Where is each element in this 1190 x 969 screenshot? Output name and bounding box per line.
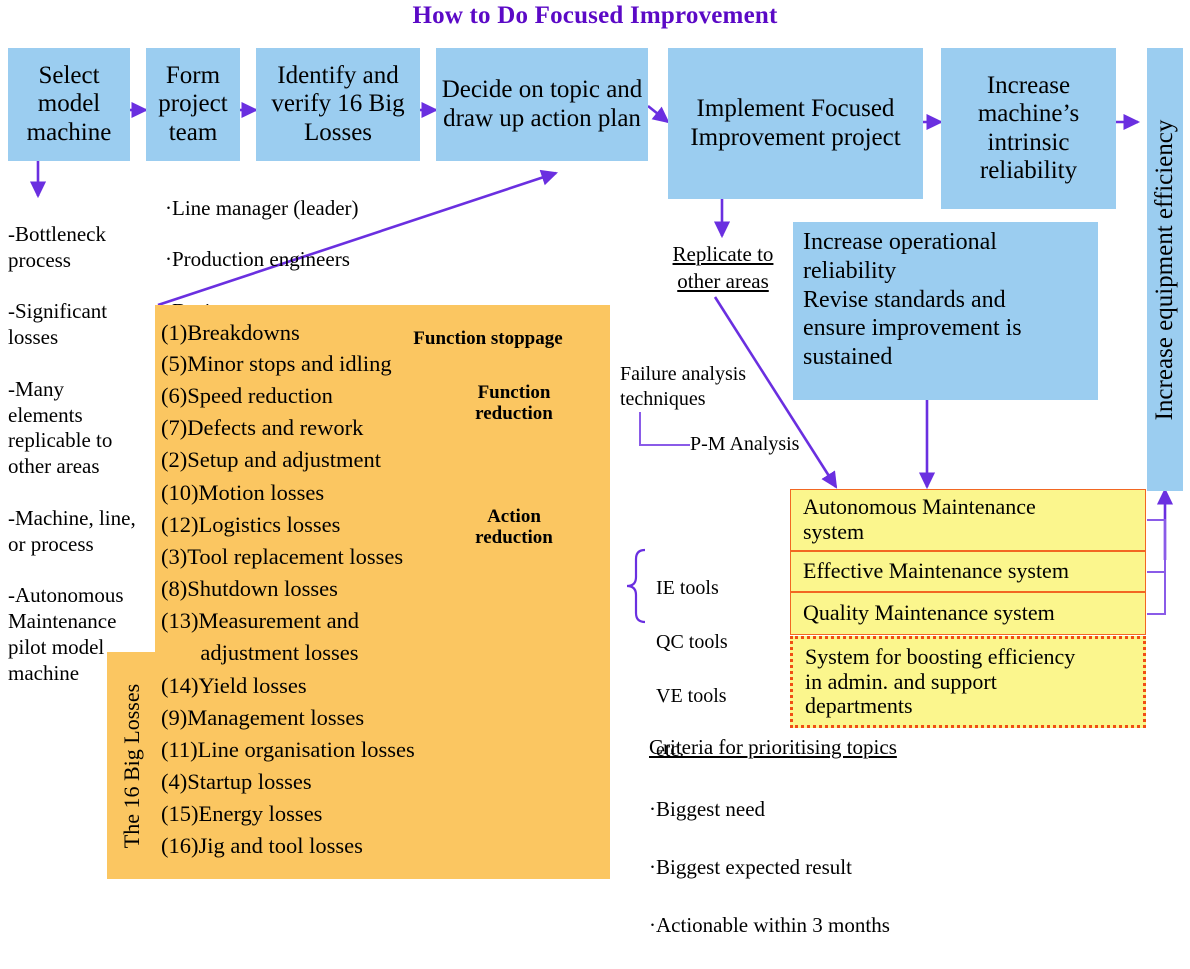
loss-item: (14)Yield losses bbox=[161, 673, 307, 698]
process-step-label: Decide on topic and draw up action plan bbox=[441, 76, 643, 132]
process-step-label: Form project team bbox=[158, 62, 228, 146]
loss-item: (4)Startup losses bbox=[161, 769, 312, 794]
tools-brace bbox=[626, 548, 646, 624]
loss-item: (9)Management losses bbox=[161, 705, 365, 730]
loss-item: (2)Setup and adjustment bbox=[161, 447, 381, 472]
select-criteria-list: -Bottleneck process -Significant losses … bbox=[8, 196, 158, 713]
loss-item: (11)Line organisation losses bbox=[161, 737, 415, 762]
arrow-step4-step5 bbox=[647, 104, 670, 124]
list-item: ·Line manager (leader) bbox=[165, 195, 359, 220]
list-item: ·Production engineers bbox=[165, 247, 350, 272]
criteria-heading: Criteria for prioritising topics bbox=[649, 735, 897, 759]
loss-item: (13)Measurement and bbox=[161, 608, 360, 633]
replicate-note: Replicate to other areas bbox=[672, 242, 774, 294]
list-item: VE tools bbox=[656, 685, 727, 707]
process-step-implement-focused-improvement[interactable]: Implement Focused Improvement project bbox=[668, 48, 923, 199]
loss-group-action-reduction: Action reduction bbox=[475, 506, 553, 549]
losses-panel-tab-label: The 16 Big Losses bbox=[119, 683, 144, 848]
loss-item: adjustment losses bbox=[161, 640, 359, 665]
list-item: QC tools bbox=[656, 631, 728, 653]
process-step-select-model-machine[interactable]: Select model machine bbox=[8, 48, 130, 161]
list-item: -Significant losses bbox=[8, 299, 108, 350]
process-step-identify-verify-losses[interactable]: Identify and verify 16 Big Losses bbox=[256, 48, 420, 161]
list-item: ·Biggest expected result bbox=[649, 854, 852, 879]
system-box-autonomous-maintenance[interactable]: Autonomous Maintenance system bbox=[790, 489, 1146, 551]
loss-group-function-stoppage: Function stoppage bbox=[413, 328, 563, 349]
list-item: ·Biggest need bbox=[649, 796, 766, 821]
criteria-list: ·Biggest need ·Biggest expected result ·… bbox=[649, 766, 1009, 969]
process-step-decide-topic-action-plan[interactable]: Decide on topic and draw up action plan bbox=[436, 48, 648, 161]
outcome-box-increase-equipment-efficiency[interactable]: Increase equipment efficiency bbox=[1147, 48, 1183, 491]
list-item: -Machine, line, or process bbox=[8, 505, 136, 556]
list-item: IE tools bbox=[656, 577, 719, 599]
list-item: ·Actionable within 3 months bbox=[649, 912, 890, 937]
process-step-increase-machine-reliability[interactable]: Increase machine’s intrinsic reliability bbox=[941, 48, 1116, 209]
loss-item: (15)Energy losses bbox=[161, 801, 323, 826]
system-box-effective-maintenance[interactable]: Effective Maintenance system bbox=[790, 551, 1146, 592]
diagram-canvas: How to Do Focused Improvement Select mod… bbox=[0, 0, 1190, 937]
system-box-label: System for boosting efficiency in admin.… bbox=[805, 644, 1076, 719]
process-step-label: Implement Focused Improvement project bbox=[690, 95, 901, 151]
failure-analysis-elbow bbox=[639, 412, 690, 446]
system-box-label: Quality Maintenance system bbox=[803, 600, 1055, 626]
loss-group-function-reduction: Function reduction bbox=[475, 382, 553, 425]
system-box-admin-support-efficiency[interactable]: System for boosting efficiency in admin.… bbox=[790, 636, 1146, 728]
page-title: How to Do Focused Improvement bbox=[412, 2, 778, 29]
loss-item: (3)Tool replacement losses bbox=[161, 544, 404, 569]
systems-collector-bracket bbox=[1147, 519, 1166, 615]
system-box-quality-maintenance[interactable]: Quality Maintenance system bbox=[790, 592, 1146, 635]
loss-item: (16)Jig and tool losses bbox=[161, 833, 363, 858]
loss-item: (8)Shutdown losses bbox=[161, 576, 338, 601]
outcome-box-label: Increase equipment efficiency bbox=[1151, 119, 1178, 420]
losses-panel-tab: The 16 Big Losses bbox=[107, 652, 157, 879]
failure-analysis-item: P-M Analysis bbox=[690, 433, 800, 455]
process-step-label: Increase machine’s intrinsic reliability bbox=[977, 72, 1080, 184]
loss-item: (5)Minor stops and idling bbox=[161, 351, 392, 376]
list-item: -Many elements replicable to other areas bbox=[8, 376, 113, 479]
process-step-label: Identify and verify 16 Big Losses bbox=[271, 62, 405, 146]
process-step-form-project-team[interactable]: Form project team bbox=[146, 48, 240, 161]
system-box-label: Autonomous Maintenance system bbox=[803, 494, 1036, 544]
operational-reliability-label: Increase operational reliability Revise … bbox=[803, 229, 1022, 371]
list-item: -Bottleneck process bbox=[8, 221, 106, 272]
failure-analysis-heading: Failure analysis techniques bbox=[620, 363, 747, 410]
system-box-label: Effective Maintenance system bbox=[803, 558, 1069, 584]
process-step-label: Select model machine bbox=[26, 62, 112, 146]
operational-reliability-box[interactable]: Increase operational reliability Revise … bbox=[793, 222, 1098, 400]
